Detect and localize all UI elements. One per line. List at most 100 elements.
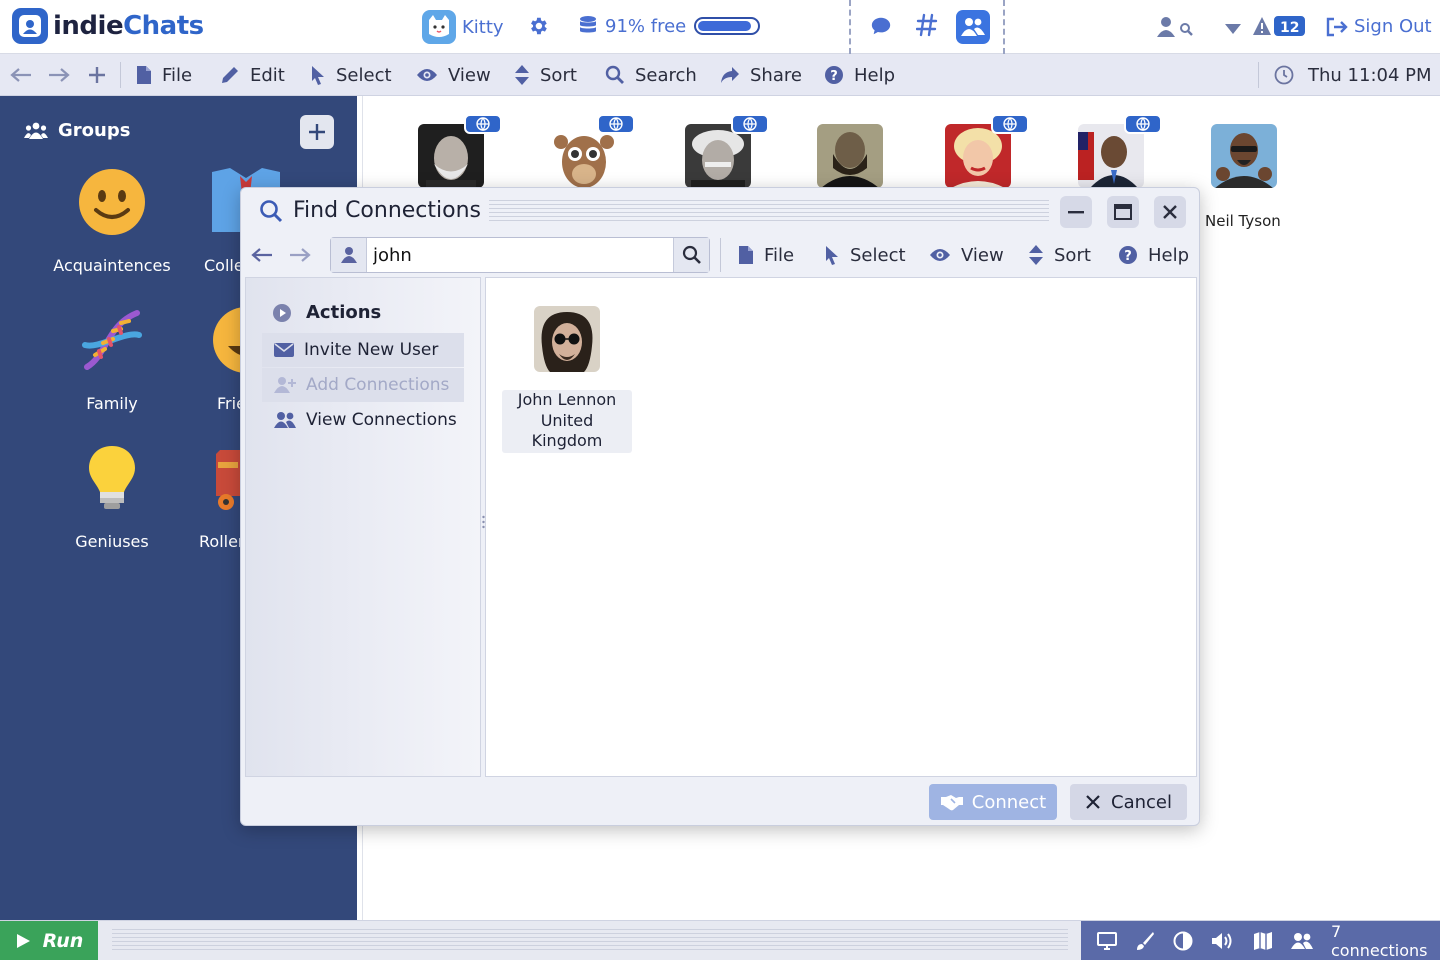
user-filter-icon[interactable]: [331, 238, 367, 272]
result-name: John Lennon: [517, 390, 617, 409]
contact-tile[interactable]: [1078, 114, 1162, 188]
plus-icon[interactable]: [88, 54, 116, 96]
groups-heading: Groups: [24, 120, 130, 141]
find-connections-dialog: Find Connections File: [240, 187, 1200, 826]
dialog-menu-view[interactable]: View: [929, 234, 1004, 276]
view-connections-action[interactable]: View Connections: [262, 403, 464, 437]
volume-icon[interactable]: [1211, 931, 1235, 951]
storage-indicator[interactable]: 91% free: [579, 15, 761, 37]
logo-text-chats: Chats: [123, 11, 204, 41]
contact-tile[interactable]: [945, 114, 1029, 188]
result-card[interactable]: John Lennon United Kingdom: [502, 306, 632, 453]
menu-file[interactable]: File: [136, 54, 192, 96]
search-button[interactable]: [673, 238, 709, 272]
contrast-icon[interactable]: [1173, 931, 1193, 951]
play-icon: [16, 934, 30, 948]
file-icon: [137, 66, 151, 84]
handshake-icon: [940, 795, 963, 811]
add-connections-action[interactable]: Add Connections: [262, 368, 464, 402]
database-icon: [580, 16, 596, 33]
svg-text:?: ?: [830, 69, 838, 84]
menu-search[interactable]: Search: [605, 54, 697, 96]
contact-tile[interactable]: [418, 114, 502, 188]
dialog-drag-handle[interactable]: [489, 200, 1049, 224]
users-icon: [274, 412, 296, 428]
back-arrow-icon[interactable]: [251, 234, 273, 276]
menu-sort[interactable]: Sort: [514, 54, 577, 96]
contact-tile[interactable]: [685, 114, 769, 188]
group-label: Roller: [199, 532, 245, 551]
group-colleagues[interactable]: Colle: [186, 166, 280, 275]
result-label: John Lennon United Kingdom: [502, 390, 632, 453]
connections-count: 7 connections: [1331, 922, 1428, 960]
divider: [849, 0, 851, 54]
globe-icon: [1124, 114, 1162, 134]
group-geniuses[interactable]: Geniuses: [52, 442, 172, 551]
dialog-menu-help[interactable]: ? Help: [1118, 234, 1189, 276]
minimize-button[interactable]: [1060, 196, 1092, 228]
storage-text: 91% free: [605, 15, 687, 37]
envelope-icon: [274, 343, 294, 357]
caret-down-icon[interactable]: [1224, 20, 1242, 39]
dialog-menu-file[interactable]: File: [738, 234, 794, 276]
cancel-button[interactable]: Cancel: [1070, 784, 1187, 820]
hashtag-icon[interactable]: [915, 13, 938, 41]
menu-view[interactable]: View: [416, 54, 491, 96]
storage-bar-fill: [698, 21, 751, 31]
contact-photo: [1211, 124, 1277, 188]
contact-tile[interactable]: [817, 124, 887, 188]
forward-arrow-icon[interactable]: [48, 54, 80, 96]
status-area: 7 connections: [1081, 921, 1440, 960]
search-input[interactable]: [371, 238, 669, 272]
pencil-icon: [222, 67, 238, 83]
group-label: Geniuses: [75, 532, 149, 551]
back-arrow-icon[interactable]: [10, 54, 42, 96]
user-name: Kitty: [462, 16, 504, 38]
close-icon: [1163, 205, 1177, 219]
group-family[interactable]: Family: [52, 304, 172, 413]
gear-icon[interactable]: [527, 15, 549, 41]
search-results: John Lennon United Kingdom: [485, 277, 1197, 777]
storage-bar: [694, 17, 761, 35]
user-search-icon[interactable]: [1156, 16, 1194, 42]
user-menu[interactable]: Kitty: [422, 10, 504, 44]
connections-tab-icon[interactable]: [956, 10, 990, 44]
menu-edit[interactable]: Edit: [220, 54, 285, 96]
result-country: Kingdom: [531, 431, 603, 450]
chat-bubble-icon[interactable]: [870, 15, 892, 41]
invite-new-user-action[interactable]: Invite New User: [262, 333, 464, 367]
dialog-menu-select[interactable]: Select: [824, 234, 906, 276]
sign-out-button[interactable]: Sign Out: [1326, 16, 1432, 37]
group-label: Colle: [204, 256, 244, 275]
divider: [1003, 0, 1005, 54]
group-label: Acquaintences: [53, 256, 171, 275]
contact-tile[interactable]: [1211, 124, 1281, 188]
paintbrush-icon[interactable]: [1135, 931, 1155, 951]
app-logo[interactable]: indieChats: [12, 8, 204, 44]
file-icon: [739, 246, 753, 264]
group-acquaintences[interactable]: Acquaintences: [52, 166, 172, 275]
dialog-footer: Connect Cancel: [241, 778, 1199, 826]
menu-help[interactable]: ? Help: [824, 54, 895, 96]
connect-button[interactable]: Connect: [929, 784, 1057, 820]
menu-share[interactable]: Share: [720, 54, 802, 96]
result-country: United: [540, 410, 594, 430]
close-icon: [1086, 795, 1100, 809]
run-button[interactable]: Run: [0, 921, 98, 960]
notifications[interactable]: 12: [1252, 16, 1306, 36]
menu-select[interactable]: Select: [310, 54, 392, 96]
group-label: Frie: [217, 394, 246, 413]
forward-arrow-icon[interactable]: [289, 234, 311, 276]
monitor-icon[interactable]: [1097, 932, 1117, 950]
plus-icon: [309, 124, 325, 140]
contact-tile[interactable]: [551, 114, 635, 188]
add-group-button[interactable]: [300, 115, 334, 149]
sort-icon: [515, 65, 529, 85]
map-icon[interactable]: [1253, 931, 1273, 951]
group-friends[interactable]: Frie: [186, 304, 279, 413]
close-button[interactable]: [1154, 196, 1186, 228]
dna-icon: [76, 304, 148, 376]
dialog-menu-sort[interactable]: Sort: [1028, 234, 1091, 276]
maximize-button[interactable]: [1107, 196, 1139, 228]
group-roller[interactable]: Roller: [186, 442, 272, 551]
